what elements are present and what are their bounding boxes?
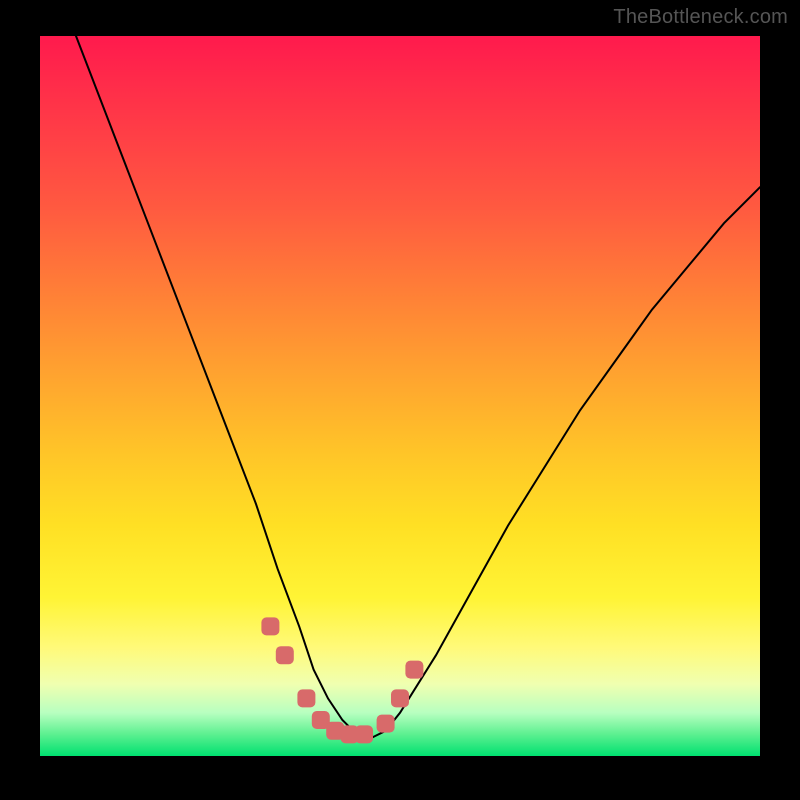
chart-frame: TheBottleneck.com — [0, 0, 800, 800]
bottleneck-curve — [76, 36, 760, 738]
highlight-marker — [391, 689, 409, 707]
curve-path — [76, 36, 760, 738]
highlight-marker — [355, 725, 373, 743]
highlight-marker — [377, 715, 395, 733]
plot-area — [40, 36, 760, 756]
highlight-markers — [261, 617, 423, 743]
highlight-marker — [276, 646, 294, 664]
watermark-text: TheBottleneck.com — [613, 6, 788, 29]
highlight-marker — [297, 689, 315, 707]
highlight-marker — [405, 661, 423, 679]
highlight-marker — [261, 617, 279, 635]
curve-svg — [40, 36, 760, 756]
